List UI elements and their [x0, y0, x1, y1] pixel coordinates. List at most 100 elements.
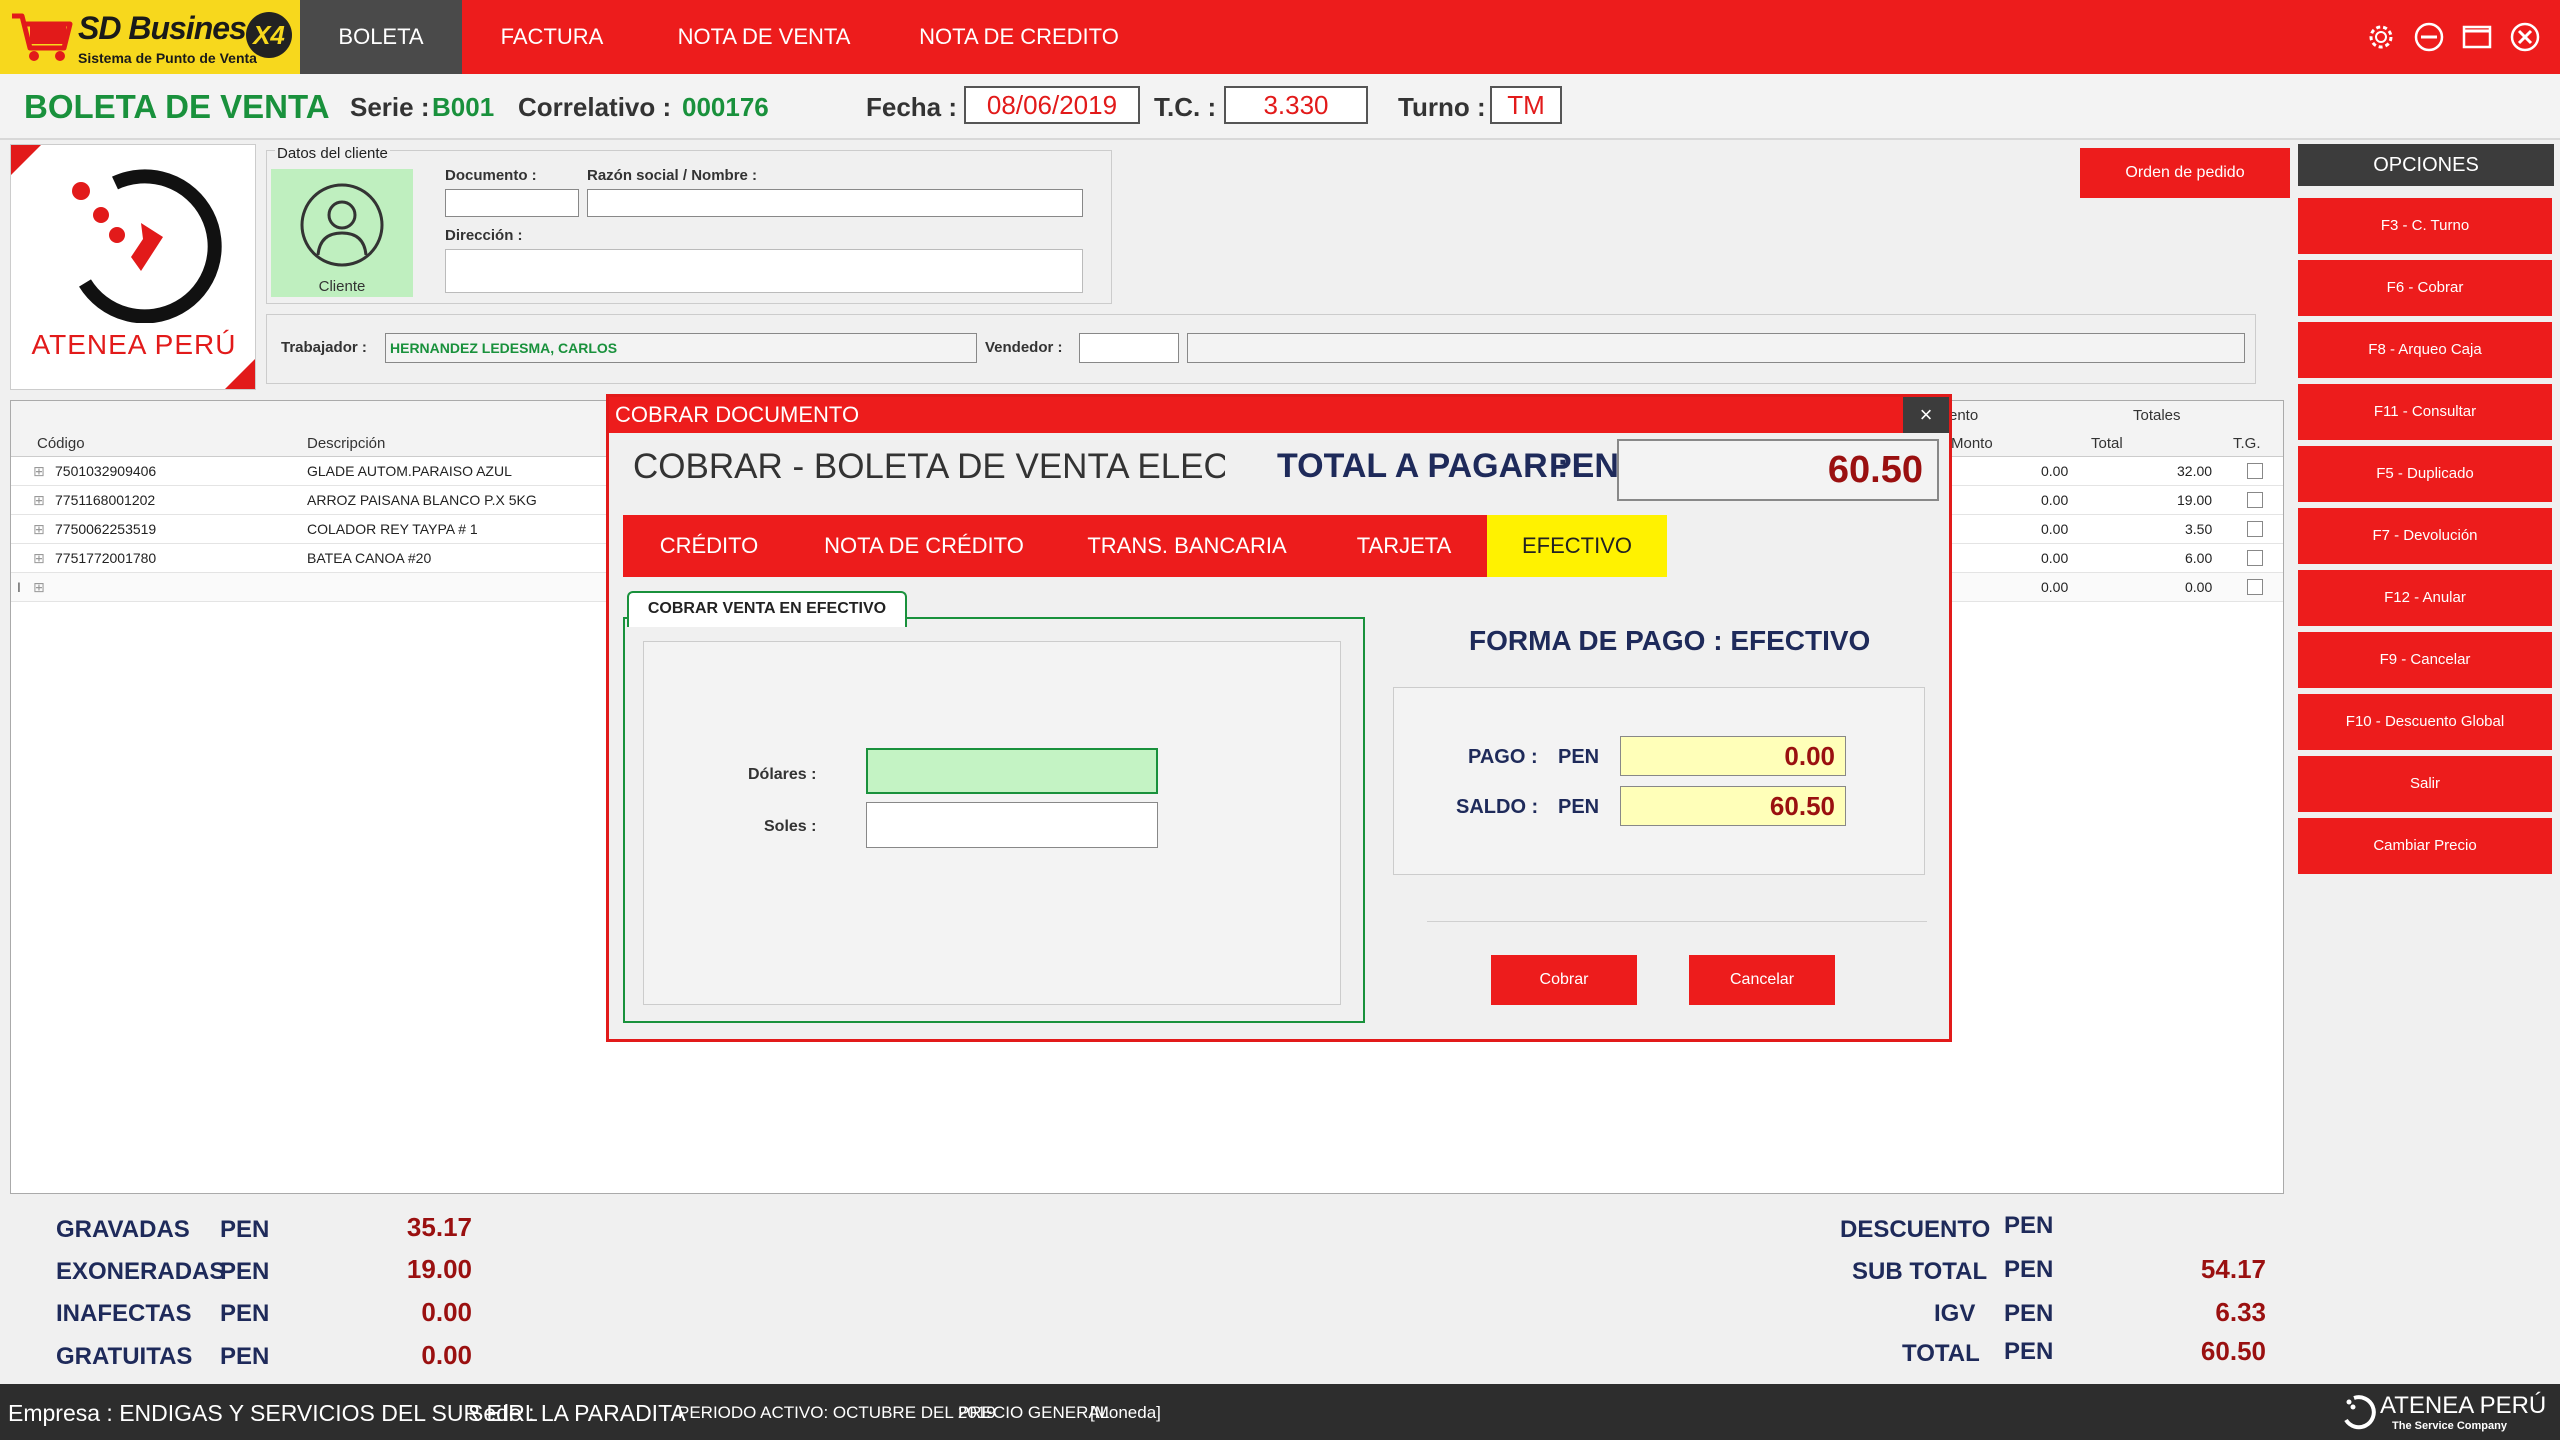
pago-value[interactable]: 0.00 [1620, 736, 1846, 776]
subtotal-value: 54.17 [2200, 1254, 2266, 1284]
row-tg-checkbox[interactable] [2247, 579, 2263, 595]
vendedor-name-field[interactable] [1187, 333, 2245, 363]
gratuitas-label: GRATUITAS [56, 1343, 193, 1370]
tab-factura[interactable]: FACTURA [462, 0, 642, 74]
row-tg-checkbox[interactable] [2247, 492, 2263, 508]
saldo-currency: PEN [1558, 796, 1600, 818]
razon-social-label: Razón social / Nombre : [587, 167, 758, 184]
order-button[interactable]: Orden de pedido [2080, 148, 2290, 198]
expand-icon[interactable]: ⊞ [33, 579, 45, 596]
tc-field[interactable]: 3.330 [1224, 86, 1368, 124]
cash-sale-tab[interactable]: COBRAR VENTA EN EFECTIVO [627, 591, 907, 627]
atenea-footer-icon [2344, 1395, 2376, 1430]
correlativo-label: Correlativo : [518, 92, 672, 122]
dialog-close-button[interactable]: × [1903, 397, 1949, 433]
tab-trans-bancaria[interactable]: TRANS. BANCARIA [1053, 515, 1321, 577]
cash-inner-panel: Dólares : Soles : [643, 641, 1341, 1005]
cash-panel: Dólares : Soles : [623, 617, 1365, 1023]
cobrar-button[interactable]: Cobrar [1491, 955, 1637, 1005]
codigo-column-header[interactable]: Código [37, 435, 85, 452]
monto-column-header[interactable]: Monto [1951, 435, 1993, 452]
tc-label: T.C. : [1154, 92, 1217, 122]
tab-efectivo[interactable]: EFECTIVO [1487, 515, 1667, 577]
client-data-group: Datos del cliente Cliente Documento : Ra… [266, 145, 1112, 304]
gravadas-label: GRAVADAS [56, 1216, 190, 1243]
client-avatar[interactable]: Cliente [271, 169, 413, 297]
cancelar-option-button[interactable]: F9 - Cancelar [2298, 632, 2552, 688]
row-tg-checkbox[interactable] [2247, 521, 2263, 537]
fecha-field[interactable]: 08/06/2019 [964, 86, 1140, 124]
turno-field[interactable]: TM [1490, 86, 1562, 124]
trabajador-field[interactable]: HERNANDEZ LEDESMA, CARLOS [385, 333, 977, 363]
tab-nota-de-credito[interactable]: NOTA DE CREDITO [886, 0, 1152, 74]
tab-nota-de-venta[interactable]: NOTA DE VENTA [642, 0, 886, 74]
status-empresa: Empresa : ENDIGAS Y SERVICIOS DEL SUR EI… [8, 1400, 538, 1426]
document-header: BOLETA DE VENTA Serie : B001 Correlativo… [0, 74, 2560, 140]
totales-group-header: Totales [2133, 407, 2181, 424]
anular-button[interactable]: F12 - Anular [2298, 570, 2552, 626]
vendedor-label: Vendedor : [985, 339, 1063, 356]
row-monto: 0.00 [2041, 463, 2069, 479]
row-total: 19.00 [2177, 492, 2213, 508]
consultar-button[interactable]: F11 - Consultar [2298, 384, 2552, 440]
close-icon[interactable] [2508, 20, 2542, 54]
page-title: BOLETA DE VENTA [24, 88, 330, 125]
client-group-label: Datos del cliente [275, 145, 390, 162]
total-column-header[interactable]: Total [2091, 435, 2123, 452]
row-total: 0.00 [2185, 579, 2213, 595]
expand-icon[interactable]: ⊞ [33, 463, 45, 480]
duplicado-button[interactable]: F5 - Duplicado [2298, 446, 2552, 502]
documento-input[interactable] [445, 189, 579, 217]
vendedor-code-input[interactable] [1079, 333, 1179, 363]
app-name: SD Business [78, 10, 264, 46]
tab-boleta[interactable]: BOLETA [300, 0, 462, 74]
subtotal-currency: PEN [2004, 1256, 2054, 1283]
cancelar-button[interactable]: Cancelar [1689, 955, 1835, 1005]
row-tg-checkbox[interactable] [2247, 463, 2263, 479]
window-controls [2364, 20, 2542, 54]
expand-icon[interactable]: ⊞ [33, 550, 45, 567]
tab-nota-de-credito-pago[interactable]: NOTA DE CRÉDITO [795, 515, 1053, 577]
arqueo-caja-button[interactable]: F8 - Arqueo Caja [2298, 322, 2552, 378]
version-badge: X4 [246, 12, 292, 58]
descuento-currency: PEN [2004, 1212, 2054, 1239]
total-a-pagar-label: TOTAL A PAGAR : [1277, 447, 1569, 485]
shopping-cart-icon [12, 13, 73, 61]
gear-icon[interactable] [2364, 20, 2398, 54]
tab-tarjeta[interactable]: TARJETA [1321, 515, 1487, 577]
total-a-pagar-currency: PEN [1549, 447, 1619, 485]
row-descripcion: BATEA CANOA #20 [307, 550, 432, 566]
tg-column-header[interactable]: T.G. [2233, 435, 2261, 452]
row-descripcion: ARROZ PAISANA BLANCO P.X 5KG [307, 492, 537, 508]
total-value: 60.50 [2200, 1336, 2266, 1366]
inafectas-currency: PEN [220, 1300, 270, 1327]
devolucion-button[interactable]: F7 - Devolución [2298, 508, 2552, 564]
direccion-input[interactable] [445, 249, 1083, 293]
cambiar-precio-button[interactable]: Cambiar Precio [2298, 818, 2552, 874]
row-tg-checkbox[interactable] [2247, 550, 2263, 566]
igv-currency: PEN [2004, 1300, 2054, 1327]
inafectas-value: 0.00 [421, 1297, 472, 1327]
cobrar-option-button[interactable]: F6 - Cobrar [2298, 260, 2552, 316]
razon-social-input[interactable] [587, 189, 1083, 217]
salir-button[interactable]: Salir [2298, 756, 2552, 812]
expand-icon[interactable]: ⊞ [33, 492, 45, 509]
app-tagline: Sistema de Punto de Venta [78, 50, 257, 66]
minimize-icon[interactable] [2412, 20, 2446, 54]
descuento-global-button[interactable]: F10 - Descuento Global [2298, 694, 2552, 750]
top-bar: SD Business Sistema de Punto de Venta X4… [0, 0, 2560, 74]
user-icon [300, 183, 384, 267]
row-codigo: 7501032909406 [55, 463, 157, 479]
expand-icon[interactable]: ⊞ [33, 521, 45, 538]
descripcion-column-header[interactable]: Descripción [307, 435, 385, 452]
status-periodo: PERIODO ACTIVO: OCTUBRE DEL 2019 [678, 1403, 996, 1422]
c-turno-button[interactable]: F3 - C. Turno [2298, 198, 2552, 254]
direccion-label: Dirección : [445, 227, 523, 244]
total-label: TOTAL [1902, 1340, 1980, 1367]
maximize-icon[interactable] [2460, 20, 2494, 54]
tab-credito[interactable]: CRÉDITO [623, 515, 795, 577]
soles-input[interactable] [866, 802, 1158, 848]
dolares-input[interactable] [866, 748, 1158, 794]
fecha-label: Fecha : [866, 92, 958, 122]
igv-value: 6.33 [2215, 1297, 2266, 1327]
